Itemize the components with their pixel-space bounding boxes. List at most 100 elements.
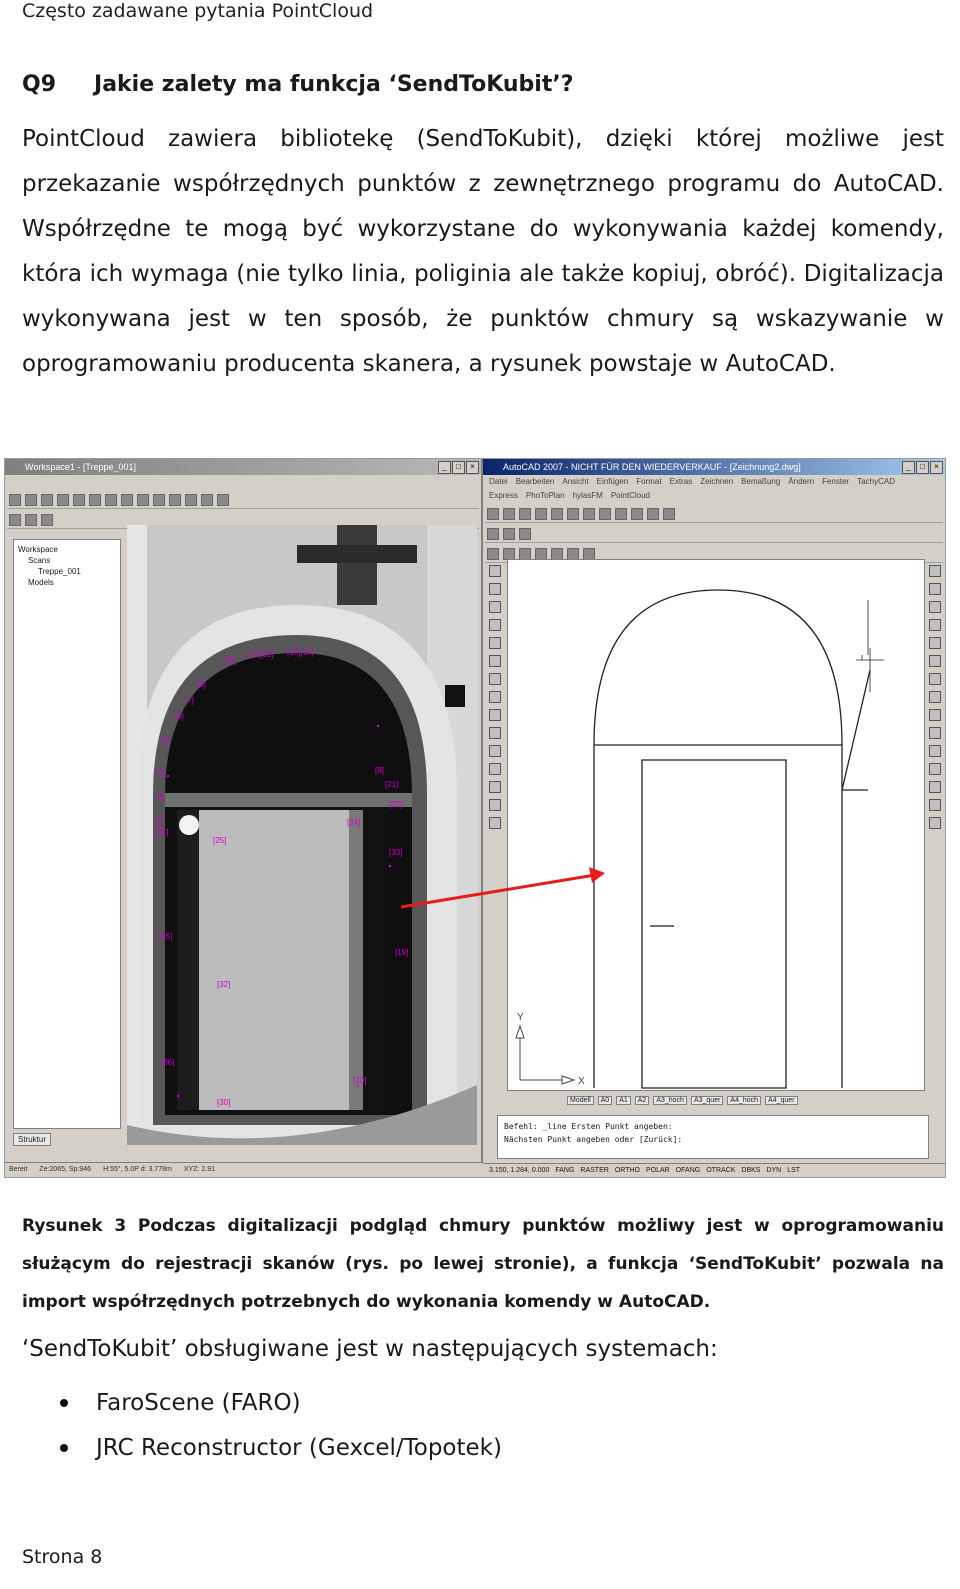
menu-ansicht[interactable]: Ansicht <box>562 475 588 489</box>
fillet-tool-icon[interactable] <box>929 799 941 811</box>
status-dbks[interactable]: DBKS <box>741 1164 760 1177</box>
insert-tool-icon[interactable] <box>489 727 501 739</box>
rectangle-tool-icon[interactable] <box>489 637 501 649</box>
rotate-tool-icon[interactable] <box>929 673 941 685</box>
rotate-icon[interactable] <box>105 494 117 506</box>
measure-icon[interactable] <box>185 494 197 506</box>
spline-tool-icon[interactable] <box>489 691 501 703</box>
cad-pan-icon[interactable] <box>631 508 643 520</box>
mirror-tool-icon[interactable] <box>929 601 941 613</box>
region-tool-icon[interactable] <box>489 781 501 793</box>
move-tool-icon[interactable] <box>929 655 941 667</box>
ellipse-tool-icon[interactable] <box>489 709 501 721</box>
menu-express[interactable]: Express <box>489 489 518 503</box>
tab-a2[interactable]: A2 <box>634 1095 650 1105</box>
menu-hylasfm[interactable]: hylasFM <box>573 489 603 503</box>
cad-copy-icon[interactable] <box>567 508 579 520</box>
minimize-icon[interactable]: _ <box>438 461 451 474</box>
menu-photoplan[interactable]: PhoToPlan <box>526 489 565 503</box>
cad-undo-icon[interactable] <box>599 508 611 520</box>
status-polar[interactable]: POLAR <box>646 1164 670 1177</box>
status-raster[interactable]: RASTER <box>580 1164 608 1177</box>
cad-print-icon[interactable] <box>535 508 547 520</box>
autocad-minimize-icon[interactable]: _ <box>902 461 915 474</box>
menu-format[interactable]: Format <box>636 475 661 489</box>
arc-tool-icon[interactable] <box>489 655 501 667</box>
trim-tool-icon[interactable] <box>929 727 941 739</box>
polygon-tool-icon[interactable] <box>489 619 501 631</box>
menu-aendern[interactable]: Ändern <box>788 475 814 489</box>
zoom-icon[interactable] <box>137 494 149 506</box>
status-lst[interactable]: LST <box>787 1164 800 1177</box>
menu-zeichnen[interactable]: Zeichnen <box>700 475 733 489</box>
new-icon[interactable] <box>9 494 21 506</box>
line-tool-icon[interactable] <box>489 565 501 577</box>
circle-tool-icon[interactable] <box>489 673 501 685</box>
menu-pointcloud[interactable]: PointCloud <box>611 489 650 503</box>
menu-fenster[interactable]: Fenster <box>822 475 849 489</box>
zoom-out-icon[interactable] <box>153 494 165 506</box>
status-otrack[interactable]: OTRACK <box>706 1164 735 1177</box>
tab-a3-hoch[interactable]: A3_hoch <box>653 1095 687 1105</box>
maximize-icon[interactable]: □ <box>452 461 465 474</box>
explode-tool-icon[interactable] <box>929 817 941 829</box>
cad-open-icon[interactable] <box>503 508 515 520</box>
save-icon[interactable] <box>41 494 53 506</box>
point-tool-icon[interactable] <box>489 745 501 757</box>
cad-layer-state-icon[interactable] <box>503 528 515 540</box>
menu-datei[interactable]: Datei <box>489 475 508 489</box>
structure-tab[interactable]: Struktur <box>13 1133 52 1146</box>
close-icon[interactable]: × <box>466 461 479 474</box>
menu-bemassung[interactable]: Bemaßung <box>741 475 780 489</box>
settings-icon[interactable] <box>25 514 37 526</box>
break-tool-icon[interactable] <box>929 763 941 775</box>
chamfer-tool-icon[interactable] <box>929 781 941 793</box>
menu-extras[interactable]: Extras <box>670 475 693 489</box>
autocad-close-icon[interactable]: × <box>930 461 943 474</box>
tab-modell[interactable]: Modell <box>567 1095 594 1105</box>
menu-bearbeiten[interactable]: Bearbeiten <box>516 475 555 489</box>
tab-a1[interactable]: A1 <box>616 1095 631 1105</box>
menu-einfuegen[interactable]: Einfügen <box>597 475 629 489</box>
cad-cut-icon[interactable] <box>551 508 563 520</box>
command-line[interactable]: Befehl: _line Ersten Punkt angeben: Näch… <box>497 1115 929 1159</box>
cad-properties-icon[interactable] <box>663 508 675 520</box>
view3d-icon[interactable] <box>89 494 101 506</box>
status-ofang[interactable]: OFANG <box>676 1164 701 1177</box>
tab-a3-quer[interactable]: A3_quer <box>690 1095 724 1105</box>
open-icon[interactable] <box>25 494 37 506</box>
cad-redo-icon[interactable] <box>615 508 627 520</box>
filter-icon[interactable] <box>9 514 21 526</box>
cad-paste-icon[interactable] <box>583 508 595 520</box>
grid-icon[interactable] <box>217 494 229 506</box>
extend-tool-icon[interactable] <box>929 745 941 757</box>
status-fang[interactable]: FANG <box>555 1164 574 1177</box>
menu-tachycad[interactable]: TachyCAD <box>857 475 895 489</box>
tab-a4-hoch[interactable]: A4_hoch <box>727 1095 762 1105</box>
text-tool-icon[interactable] <box>489 817 501 829</box>
offset-tool-icon[interactable] <box>929 619 941 631</box>
erase-tool-icon[interactable] <box>929 565 941 577</box>
polyline-tool-icon[interactable] <box>489 601 501 613</box>
view-icon[interactable] <box>73 494 85 506</box>
print-icon[interactable] <box>57 494 69 506</box>
autocad-drawing-area[interactable]: Y X <box>507 559 925 1091</box>
cad-save-icon[interactable] <box>519 508 531 520</box>
autocad-maximize-icon[interactable]: □ <box>916 461 929 474</box>
tree-item-models[interactable]: Models <box>18 577 116 588</box>
cad-layer-icon[interactable] <box>487 528 499 540</box>
tab-a0[interactable]: A0 <box>597 1095 613 1105</box>
array-tool-icon[interactable] <box>929 637 941 649</box>
cad-color-icon[interactable] <box>519 528 531 540</box>
copy-tool-icon[interactable] <box>929 583 941 595</box>
tree-item-scan[interactable]: Treppe_001 <box>18 566 116 577</box>
scale-tool-icon[interactable] <box>929 691 941 703</box>
cad-new-icon[interactable] <box>487 508 499 520</box>
tab-a4-quer[interactable]: A4_quer <box>765 1095 798 1105</box>
tree-item-workspace[interactable]: Workspace <box>18 544 116 555</box>
pan-icon[interactable] <box>121 494 133 506</box>
status-dyn[interactable]: DYN <box>766 1164 781 1177</box>
cad-zoom-icon[interactable] <box>647 508 659 520</box>
table-tool-icon[interactable] <box>489 799 501 811</box>
marker-icon[interactable] <box>201 494 213 506</box>
